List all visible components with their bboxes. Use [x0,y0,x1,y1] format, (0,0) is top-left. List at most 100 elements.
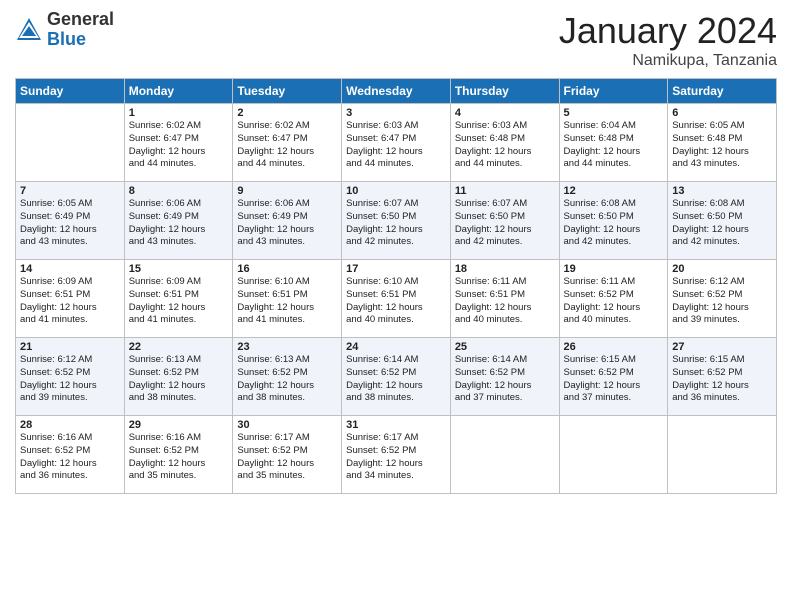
day-number: 26 [564,341,664,353]
day-number: 16 [237,263,337,275]
calendar-cell: 23Sunrise: 6:13 AM Sunset: 6:52 PM Dayli… [233,338,342,416]
calendar-cell: 12Sunrise: 6:08 AM Sunset: 6:50 PM Dayli… [559,182,668,260]
logo-text: General Blue [47,10,114,50]
calendar-cell: 17Sunrise: 6:10 AM Sunset: 6:51 PM Dayli… [342,260,451,338]
day-info: Sunrise: 6:15 AM Sunset: 6:52 PM Dayligh… [564,354,664,405]
calendar-cell: 13Sunrise: 6:08 AM Sunset: 6:50 PM Dayli… [668,182,777,260]
day-info: Sunrise: 6:16 AM Sunset: 6:52 PM Dayligh… [129,432,229,483]
calendar-cell: 11Sunrise: 6:07 AM Sunset: 6:50 PM Dayli… [450,182,559,260]
calendar-cell: 22Sunrise: 6:13 AM Sunset: 6:52 PM Dayli… [124,338,233,416]
calendar-cell: 19Sunrise: 6:11 AM Sunset: 6:52 PM Dayli… [559,260,668,338]
day-info: Sunrise: 6:14 AM Sunset: 6:52 PM Dayligh… [346,354,446,405]
day-info: Sunrise: 6:06 AM Sunset: 6:49 PM Dayligh… [129,198,229,249]
calendar-cell: 4Sunrise: 6:03 AM Sunset: 6:48 PM Daylig… [450,104,559,182]
day-number: 2 [237,107,337,119]
day-number: 15 [129,263,229,275]
calendar-week-row: 14Sunrise: 6:09 AM Sunset: 6:51 PM Dayli… [16,260,777,338]
day-info: Sunrise: 6:04 AM Sunset: 6:48 PM Dayligh… [564,120,664,171]
calendar-cell: 27Sunrise: 6:15 AM Sunset: 6:52 PM Dayli… [668,338,777,416]
day-number: 4 [455,107,555,119]
day-number: 17 [346,263,446,275]
calendar-week-row: 1Sunrise: 6:02 AM Sunset: 6:47 PM Daylig… [16,104,777,182]
day-number: 12 [564,185,664,197]
day-number: 11 [455,185,555,197]
calendar-cell: 18Sunrise: 6:11 AM Sunset: 6:51 PM Dayli… [450,260,559,338]
day-info: Sunrise: 6:03 AM Sunset: 6:48 PM Dayligh… [455,120,555,171]
day-number: 28 [20,419,120,431]
calendar-week-row: 7Sunrise: 6:05 AM Sunset: 6:49 PM Daylig… [16,182,777,260]
calendar-cell: 24Sunrise: 6:14 AM Sunset: 6:52 PM Dayli… [342,338,451,416]
location: Namikupa, Tanzania [559,52,777,70]
title-block: January 2024 Namikupa, Tanzania [559,10,777,70]
calendar-cell: 28Sunrise: 6:16 AM Sunset: 6:52 PM Dayli… [16,416,125,494]
day-number: 25 [455,341,555,353]
calendar-cell: 21Sunrise: 6:12 AM Sunset: 6:52 PM Dayli… [16,338,125,416]
day-number: 9 [237,185,337,197]
calendar-cell: 20Sunrise: 6:12 AM Sunset: 6:52 PM Dayli… [668,260,777,338]
calendar-cell: 10Sunrise: 6:07 AM Sunset: 6:50 PM Dayli… [342,182,451,260]
calendar-cell: 8Sunrise: 6:06 AM Sunset: 6:49 PM Daylig… [124,182,233,260]
day-number: 27 [672,341,772,353]
day-number: 7 [20,185,120,197]
day-number: 29 [129,419,229,431]
day-number: 13 [672,185,772,197]
logo: General Blue [15,10,114,50]
day-number: 14 [20,263,120,275]
col-header-thursday: Thursday [450,79,559,104]
day-number: 3 [346,107,446,119]
day-number: 1 [129,107,229,119]
day-number: 22 [129,341,229,353]
col-header-monday: Monday [124,79,233,104]
day-number: 31 [346,419,446,431]
day-number: 10 [346,185,446,197]
header: General Blue January 2024 Namikupa, Tanz… [15,10,777,70]
calendar-week-row: 21Sunrise: 6:12 AM Sunset: 6:52 PM Dayli… [16,338,777,416]
day-info: Sunrise: 6:02 AM Sunset: 6:47 PM Dayligh… [237,120,337,171]
calendar-cell: 2Sunrise: 6:02 AM Sunset: 6:47 PM Daylig… [233,104,342,182]
day-number: 20 [672,263,772,275]
calendar-cell: 29Sunrise: 6:16 AM Sunset: 6:52 PM Dayli… [124,416,233,494]
day-info: Sunrise: 6:08 AM Sunset: 6:50 PM Dayligh… [564,198,664,249]
day-info: Sunrise: 6:11 AM Sunset: 6:51 PM Dayligh… [455,276,555,327]
day-number: 5 [564,107,664,119]
day-info: Sunrise: 6:11 AM Sunset: 6:52 PM Dayligh… [564,276,664,327]
day-info: Sunrise: 6:12 AM Sunset: 6:52 PM Dayligh… [20,354,120,405]
month-title: January 2024 [559,10,777,52]
calendar-cell: 25Sunrise: 6:14 AM Sunset: 6:52 PM Dayli… [450,338,559,416]
page-container: General Blue January 2024 Namikupa, Tanz… [0,0,792,504]
calendar-cell: 6Sunrise: 6:05 AM Sunset: 6:48 PM Daylig… [668,104,777,182]
day-info: Sunrise: 6:16 AM Sunset: 6:52 PM Dayligh… [20,432,120,483]
day-info: Sunrise: 6:05 AM Sunset: 6:49 PM Dayligh… [20,198,120,249]
calendar-cell: 7Sunrise: 6:05 AM Sunset: 6:49 PM Daylig… [16,182,125,260]
calendar-cell [559,416,668,494]
day-info: Sunrise: 6:07 AM Sunset: 6:50 PM Dayligh… [455,198,555,249]
col-header-sunday: Sunday [16,79,125,104]
day-info: Sunrise: 6:09 AM Sunset: 6:51 PM Dayligh… [129,276,229,327]
col-header-tuesday: Tuesday [233,79,342,104]
day-info: Sunrise: 6:08 AM Sunset: 6:50 PM Dayligh… [672,198,772,249]
calendar-cell: 30Sunrise: 6:17 AM Sunset: 6:52 PM Dayli… [233,416,342,494]
calendar-cell: 3Sunrise: 6:03 AM Sunset: 6:47 PM Daylig… [342,104,451,182]
calendar-cell: 9Sunrise: 6:06 AM Sunset: 6:49 PM Daylig… [233,182,342,260]
calendar-cell: 1Sunrise: 6:02 AM Sunset: 6:47 PM Daylig… [124,104,233,182]
day-info: Sunrise: 6:12 AM Sunset: 6:52 PM Dayligh… [672,276,772,327]
calendar-cell [668,416,777,494]
day-info: Sunrise: 6:15 AM Sunset: 6:52 PM Dayligh… [672,354,772,405]
day-info: Sunrise: 6:13 AM Sunset: 6:52 PM Dayligh… [237,354,337,405]
calendar-week-row: 28Sunrise: 6:16 AM Sunset: 6:52 PM Dayli… [16,416,777,494]
day-info: Sunrise: 6:05 AM Sunset: 6:48 PM Dayligh… [672,120,772,171]
day-info: Sunrise: 6:02 AM Sunset: 6:47 PM Dayligh… [129,120,229,171]
day-number: 21 [20,341,120,353]
calendar-table: SundayMondayTuesdayWednesdayThursdayFrid… [15,78,777,494]
logo-blue-text: Blue [47,30,114,50]
day-number: 24 [346,341,446,353]
logo-general-text: General [47,10,114,30]
calendar-cell [16,104,125,182]
day-info: Sunrise: 6:09 AM Sunset: 6:51 PM Dayligh… [20,276,120,327]
day-number: 6 [672,107,772,119]
day-info: Sunrise: 6:03 AM Sunset: 6:47 PM Dayligh… [346,120,446,171]
col-header-friday: Friday [559,79,668,104]
day-info: Sunrise: 6:06 AM Sunset: 6:49 PM Dayligh… [237,198,337,249]
day-info: Sunrise: 6:17 AM Sunset: 6:52 PM Dayligh… [237,432,337,483]
calendar-cell: 16Sunrise: 6:10 AM Sunset: 6:51 PM Dayli… [233,260,342,338]
